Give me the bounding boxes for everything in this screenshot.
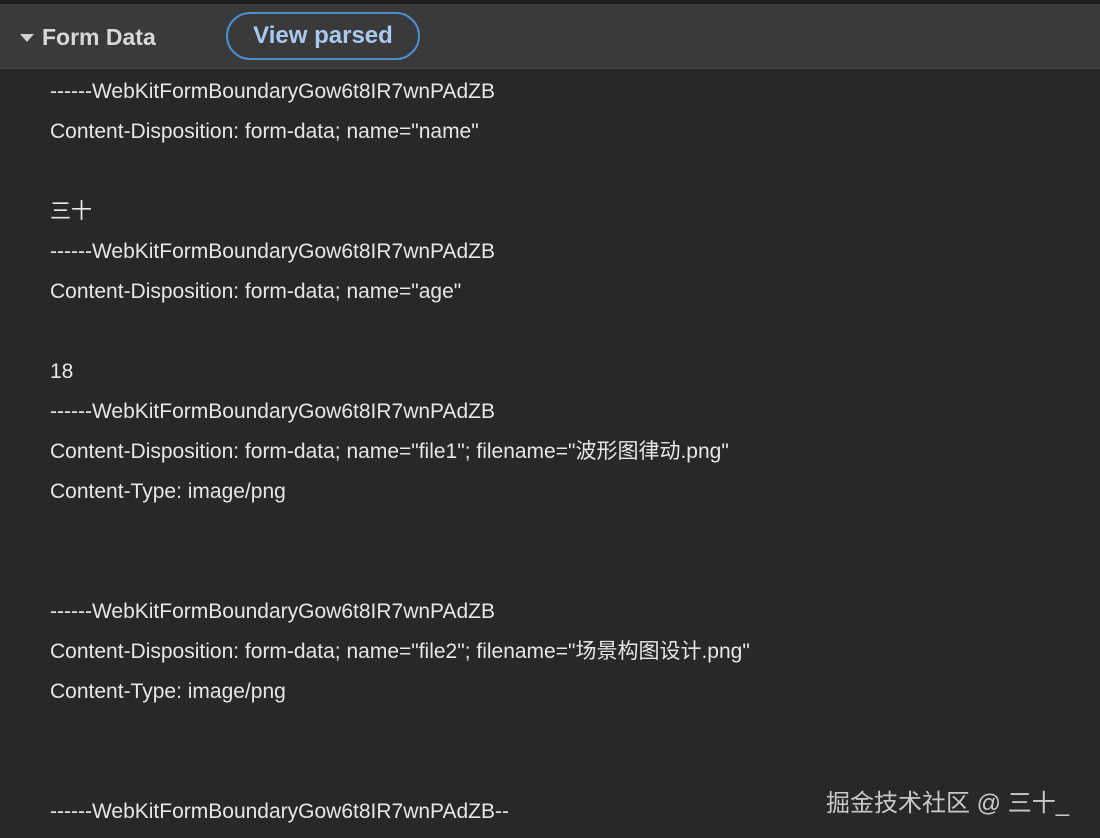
form-data-line [50,552,750,592]
form-data-line [50,312,750,352]
form-data-line [50,752,750,792]
form-data-line: ------WebKitFormBoundaryGow6t8IR7wnPAdZB [50,80,496,103]
form-data-line [50,512,750,552]
form-data-line: 18 [50,360,74,383]
watermark: 掘金技术社区 @ 三十_ [826,790,1070,817]
form-data-line: 三十 [50,200,92,223]
form-data-line: ------WebKitFormBoundaryGow6t8IR7wnPAdZB [50,600,496,623]
section-title: Form Data [42,23,156,50]
view-parsed-button[interactable]: View parsed [226,12,420,60]
form-data-line: ------WebKitFormBoundaryGow6t8IR7wnPAdZB [50,400,496,423]
form-data-toggle[interactable]: Form Data [20,20,156,54]
form-data-line [50,712,750,752]
form-data-line: Content-Disposition: form-data; name="na… [50,120,479,143]
form-data-line [50,152,750,192]
form-data-line: Content-Type: image/png [50,480,286,503]
form-data-line: ------WebKitFormBoundaryGow6t8IR7wnPAdZB… [50,800,510,823]
form-data-line: Content-Disposition: form-data; name="fi… [50,640,750,663]
form-data-line: Content-Type: image/png [50,680,286,703]
form-data-line: Content-Disposition: form-data; name="fi… [50,440,729,463]
caret-down-icon [20,34,34,42]
form-data-line: ------WebKitFormBoundaryGow6t8IR7wnPAdZB [50,240,496,263]
form-data-header: Form Data View parsed [0,4,1100,69]
form-data-body: ------WebKitFormBoundaryGow6t8IR7wnPAdZB… [50,72,750,832]
form-data-line: Content-Disposition: form-data; name="ag… [50,280,462,303]
